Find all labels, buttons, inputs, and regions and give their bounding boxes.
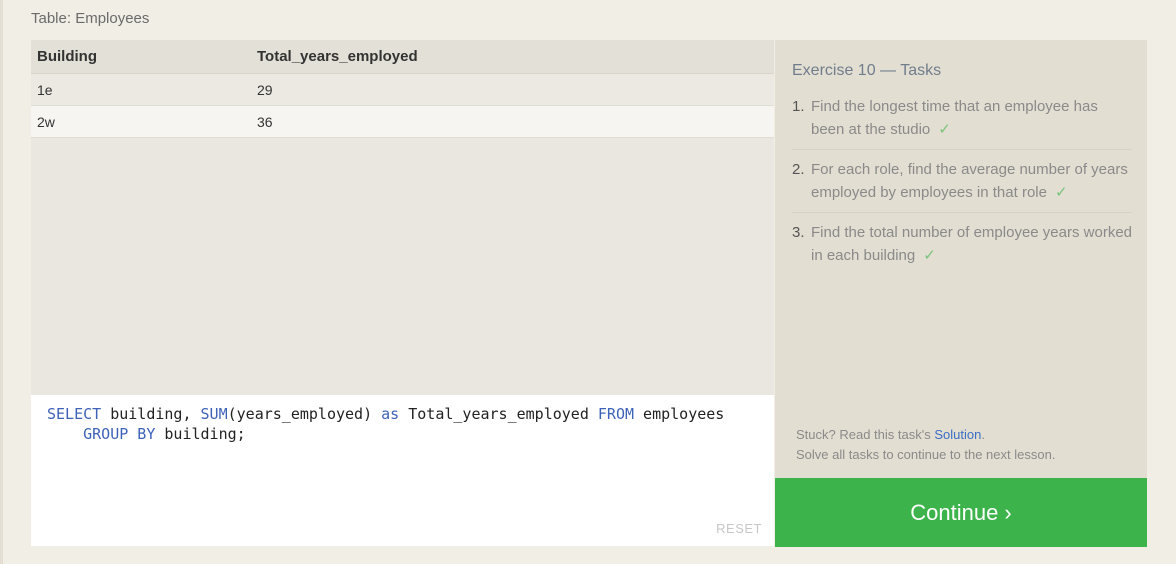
task-description: Find the longest time that an employee h…: [811, 95, 1132, 141]
checkmark-icon: ✓: [923, 247, 936, 264]
table-cell-building: 1e: [37, 81, 53, 98]
task-item: 3. Find the total number of employee yea…: [792, 220, 1132, 275]
column-header-total-years: Total_years_employed: [257, 48, 418, 65]
left-edge-divider: [0, 0, 3, 564]
table-cell-total-years: 29: [257, 81, 273, 98]
sql-keyword: SELECT: [47, 405, 102, 423]
sql-keyword: as: [381, 405, 400, 423]
stuck-prefix: Stuck? Read this task's: [796, 427, 935, 442]
solution-link[interactable]: Solution: [934, 427, 981, 442]
task-text: Find the total number of employee years …: [811, 224, 1132, 264]
checkmark-icon: ✓: [1054, 184, 1068, 201]
sql-text: (years_employed): [227, 405, 382, 423]
task-text: Find the longest time that an employee h…: [811, 98, 1098, 138]
task-number: 2.: [792, 161, 805, 178]
task-number: 1.: [792, 98, 805, 115]
lesson-page: Table: Employees Building Total_years_em…: [0, 0, 1176, 564]
table-cell-building: 2w: [37, 113, 55, 130]
task-number: 3.: [792, 224, 805, 241]
task-item: 2. For each role, find the average numbe…: [792, 157, 1132, 213]
tasks-title: Exercise 10 — Tasks: [792, 62, 942, 79]
sql-keyword: FROM: [597, 405, 635, 423]
sql-text: Total_years_employed: [399, 405, 598, 423]
checkmark-icon: ✓: [938, 121, 951, 138]
results-header-row: Building Total_years_employed: [31, 40, 774, 74]
sql-text: building;: [155, 425, 246, 443]
sql-keyword: SUM: [200, 405, 228, 423]
table-caption: Table: Employees: [31, 10, 150, 27]
column-header-building: Building: [37, 48, 97, 65]
stuck-suffix: .: [981, 427, 985, 442]
help-text: Stuck? Read this task's Solution. Solve …: [796, 425, 1055, 465]
table-row: 1e 29: [31, 74, 774, 106]
task-description: Find the total number of employee years …: [811, 221, 1132, 267]
solve-all-text: Solve all tasks to continue to the next …: [796, 447, 1056, 462]
sql-indent: [47, 425, 83, 443]
task-list: 1. Find the longest time that an employe…: [792, 94, 1132, 282]
table-row: 2w 36: [31, 106, 774, 138]
sql-query-text[interactable]: SELECT building, SUM(years_employed) as …: [47, 404, 724, 444]
sql-text: employees: [634, 405, 725, 423]
tasks-panel: Exercise 10 — Tasks 1. Find the longest …: [775, 40, 1147, 478]
task-text: For each role, find the average number o…: [811, 161, 1128, 201]
task-description: For each role, find the average number o…: [811, 158, 1132, 204]
table-cell-total-years: 36: [257, 113, 273, 130]
sql-keyword: GROUP BY: [83, 425, 156, 443]
reset-button[interactable]: RESET: [716, 521, 762, 536]
results-table: Building Total_years_employed 1e 29 2w 3…: [31, 40, 774, 395]
sql-text: building,: [101, 405, 201, 423]
sql-editor[interactable]: SELECT building, SUM(years_employed) as …: [31, 395, 774, 546]
task-item: 1. Find the longest time that an employe…: [792, 94, 1132, 150]
continue-button[interactable]: Continue ›: [775, 478, 1147, 547]
